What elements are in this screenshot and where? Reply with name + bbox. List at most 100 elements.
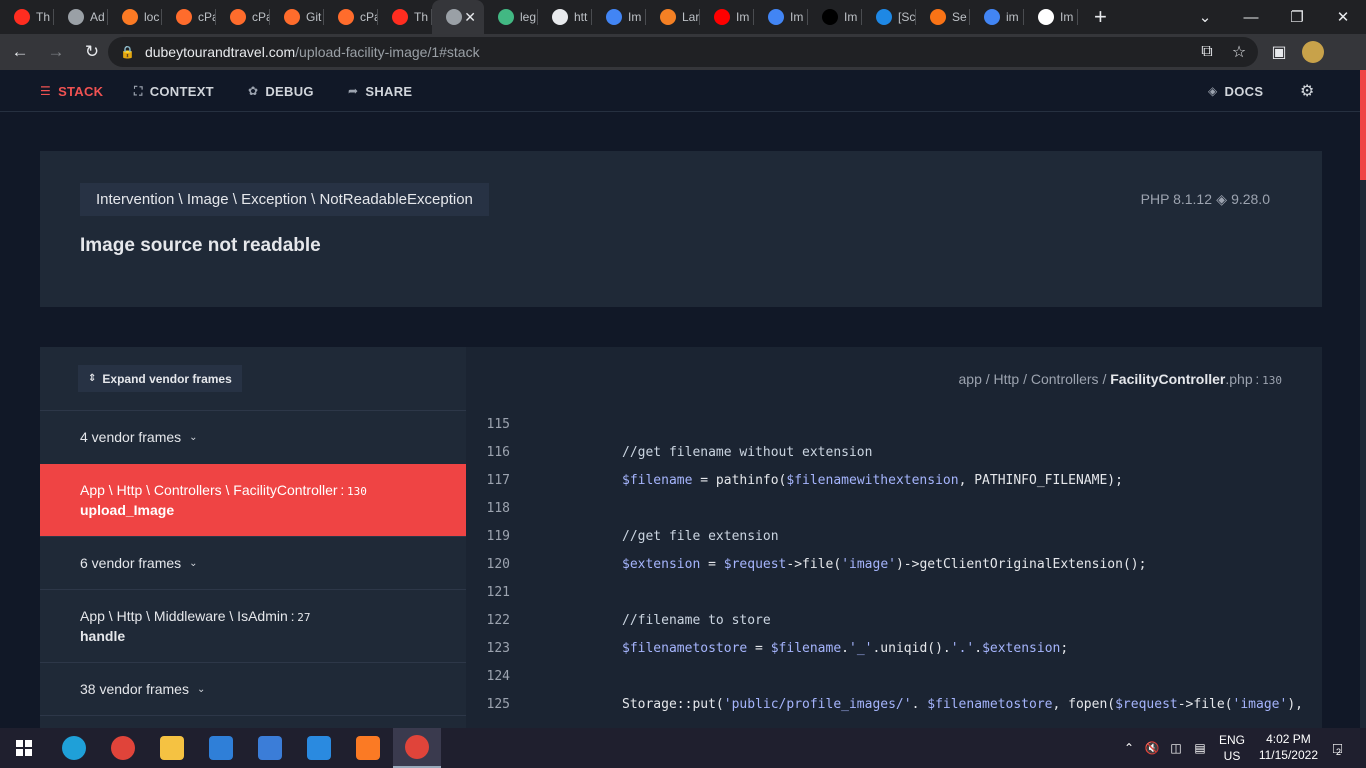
browser-tab[interactable]: Git: [270, 0, 324, 34]
browser-tab[interactable]: cPa: [324, 0, 378, 34]
tab-title: htt: [574, 10, 588, 24]
browser-tab[interactable]: Im: [754, 0, 808, 34]
vscode-icon[interactable]: [295, 728, 343, 768]
browser-tab[interactable]: leg: [484, 0, 538, 34]
clock[interactable]: 4:02 PM 11/15/2022: [1259, 731, 1318, 763]
line-number[interactable]: 117: [466, 473, 510, 488]
browser-tab[interactable]: Ad: [54, 0, 108, 34]
chrome-profile-icon[interactable]: [393, 728, 441, 768]
browser-tab[interactable]: Th: [0, 0, 54, 34]
tray-chevron-up-icon[interactable]: ⌃: [1120, 728, 1138, 768]
page-scrollbar-thumb[interactable]: [1360, 70, 1366, 180]
line-number[interactable]: 121: [466, 585, 510, 600]
nav-share[interactable]: ➦ SHARE: [348, 70, 412, 112]
back-button[interactable]: ←: [4, 36, 36, 68]
vendor-frames-label: 6 vendor frames: [80, 555, 182, 571]
expand-icon: ⇕: [88, 373, 97, 384]
close-window-button[interactable]: ✕: [1320, 0, 1366, 34]
line-number[interactable]: 115: [466, 417, 510, 432]
browser-tab[interactable]: Th: [378, 0, 432, 34]
google-icon: [984, 9, 1000, 25]
line-number[interactable]: 118: [466, 501, 510, 516]
stack-frame-selected[interactable]: App \ Http \ Controllers \ FacilityContr…: [40, 464, 466, 536]
volume-muted-icon[interactable]: 🔇: [1142, 728, 1162, 768]
github-icon: [1038, 9, 1054, 25]
language-code: ENG: [1218, 733, 1245, 747]
line-number[interactable]: 116: [466, 445, 510, 460]
stack-frame[interactable]: App \ Http \ Middleware \ IsAdmin : 27 h…: [40, 589, 466, 662]
maximize-button[interactable]: ❐: [1274, 0, 1320, 34]
chrome-icon[interactable]: [99, 728, 147, 768]
nav-context[interactable]: ⛶ CONTEXT: [134, 70, 214, 112]
browser-tab[interactable]: Im: [1024, 0, 1078, 34]
line-number[interactable]: 120: [466, 557, 510, 572]
browser-tab[interactable]: Se: [916, 0, 970, 34]
file-path-prefix: app / Http / Controllers /: [958, 371, 1111, 387]
vendor-frames-group[interactable]: 38 vendor frames ⌄: [40, 662, 466, 715]
windows-start-icon[interactable]: [0, 728, 48, 768]
network-icon[interactable]: ▤: [1190, 728, 1210, 768]
bookmark-star-icon[interactable]: ☆: [1224, 34, 1254, 70]
browser-tab[interactable]: Lar: [646, 0, 700, 34]
close-tab-icon[interactable]: ✕: [464, 9, 476, 26]
bulb-icon: [552, 9, 568, 25]
vendor-frames-group[interactable]: 4 vendor frames ⌄: [40, 410, 466, 463]
browser-tab[interactable]: Im: [808, 0, 862, 34]
new-tab-button[interactable]: +: [1094, 4, 1107, 30]
vendor-frames-group[interactable]: 6 vendor frames ⌄: [40, 536, 466, 589]
browser-tab[interactable]: Im: [700, 0, 754, 34]
nav-context-label: CONTEXT: [149, 83, 214, 99]
chevron-down-icon[interactable]: ⌄: [1182, 0, 1228, 34]
code-line: 120 $extension = $request->file('image')-…: [466, 550, 1322, 578]
address-bar[interactable]: 🔒 dubeytourandtravel.com/upload-facility…: [108, 37, 1258, 67]
file-path[interactable]: app / Http / Controllers / FacilityContr…: [959, 371, 1283, 387]
framer-icon: [876, 9, 892, 25]
nav-debug[interactable]: ✿ DEBUG: [248, 70, 314, 112]
expand-vendor-frames-button[interactable]: ⇕ Expand vendor frames: [78, 365, 242, 392]
xampp-icon[interactable]: [344, 728, 392, 768]
stack-frames-panel: ⇕ Expand vendor frames 4 vendor frames ⌄ A…: [40, 347, 466, 728]
code-text: $filename = pathinfo($filenamewithextens…: [622, 472, 1123, 488]
device-icon[interactable]: ◫: [1166, 728, 1186, 768]
browser-tab[interactable]: loc: [108, 0, 162, 34]
profile-avatar[interactable]: [1298, 34, 1328, 70]
file-explorer-icon-glyph: [160, 736, 184, 760]
browser-tab[interactable]: cPa: [162, 0, 216, 34]
reload-button[interactable]: ↻: [76, 36, 108, 68]
edge-icon[interactable]: [50, 728, 98, 768]
url-text[interactable]: dubeytourandtravel.com/upload-facility-i…: [145, 44, 480, 60]
tab-title: [Sc: [898, 10, 916, 24]
browser-tab[interactable]: Im: [592, 0, 646, 34]
vendor-frames-label: 38 vendor frames: [80, 681, 189, 697]
browser-tab[interactable]: [Sc: [862, 0, 916, 34]
spark-icon: [930, 9, 946, 25]
browser-tab[interactable]: htt: [538, 0, 592, 34]
mail-icon-glyph: [209, 736, 233, 760]
nav-stack[interactable]: ☰ STACK: [40, 70, 103, 112]
line-number[interactable]: 125: [466, 697, 510, 712]
mail-icon[interactable]: [197, 728, 245, 768]
minimize-button[interactable]: —: [1228, 0, 1274, 34]
line-number[interactable]: 123: [466, 641, 510, 656]
chevron-down-icon: ⌄: [189, 431, 198, 443]
lock-icon[interactable]: 🔒: [120, 45, 135, 59]
share-page-icon[interactable]: ⧉: [1192, 34, 1222, 70]
store-icon[interactable]: [246, 728, 294, 768]
settings-gear-icon[interactable]: ⚙: [1300, 70, 1315, 112]
forward-button[interactable]: →: [40, 36, 72, 68]
notification-center-icon[interactable]: □ 2: [1322, 728, 1352, 768]
line-number[interactable]: 122: [466, 613, 510, 628]
stack-frame-next[interactable]: [40, 715, 466, 728]
language-indicator[interactable]: ENG US: [1216, 732, 1248, 764]
stack-icon: ☰: [40, 84, 52, 98]
tab-title: Th: [414, 10, 429, 24]
code-text: //get file extension: [622, 528, 779, 544]
line-number[interactable]: 119: [466, 529, 510, 544]
browser-tab[interactable]: cPa: [216, 0, 270, 34]
browser-tab[interactable]: ✕: [432, 0, 484, 34]
file-explorer-icon[interactable]: [148, 728, 196, 768]
browser-tab[interactable]: im: [970, 0, 1024, 34]
line-number[interactable]: 124: [466, 669, 510, 684]
nav-docs[interactable]: ◈ DOCS: [1208, 70, 1263, 112]
side-panel-icon[interactable]: ▣: [1264, 34, 1294, 70]
